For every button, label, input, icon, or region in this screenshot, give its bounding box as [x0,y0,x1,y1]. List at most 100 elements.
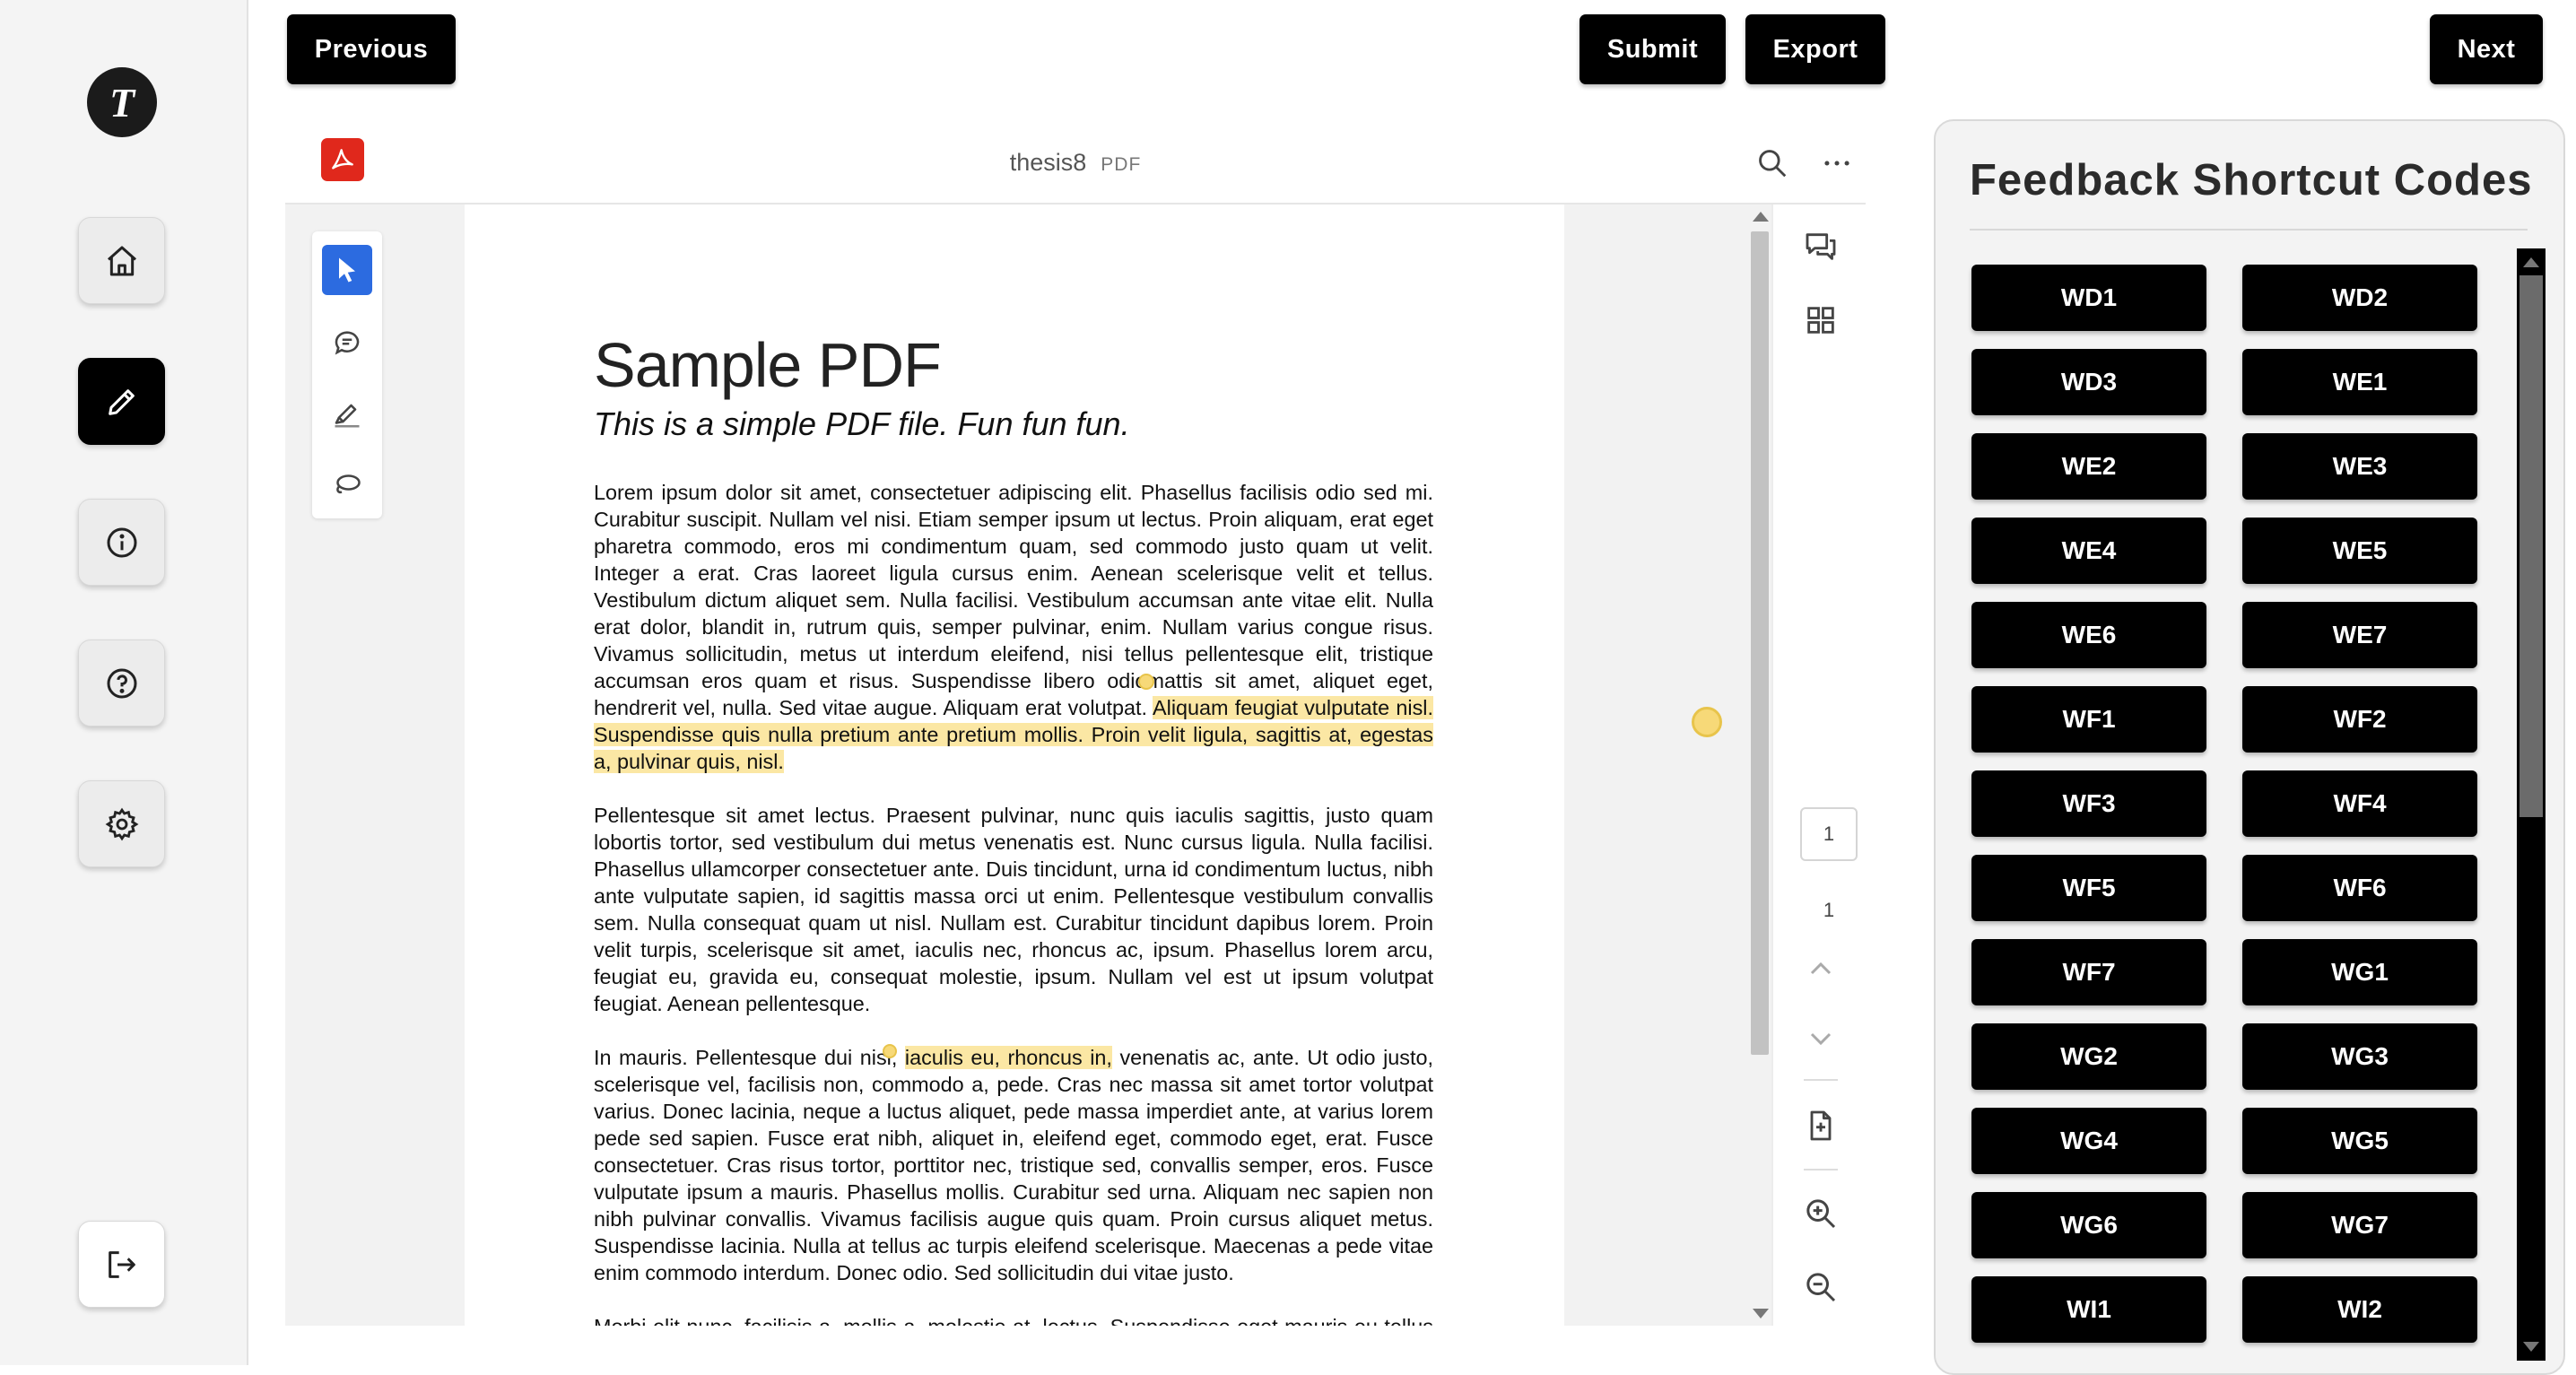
panel-divider [1970,229,2528,231]
current-page-input[interactable]: 1 [1800,807,1858,861]
paragraph-3-text-b: venenatis ac, ante. Ut odio justo, scele… [594,1046,1433,1284]
annotation-toolbox [312,231,382,518]
comment-icon [335,331,360,355]
document-viewport[interactable]: Sample PDF This is a simple PDF file. Fu… [285,205,1771,1326]
file-title: thesis8 PDF [285,149,1866,177]
file-name: thesis8 [1009,149,1087,176]
scrollbar-thumb[interactable] [1751,231,1769,1055]
sidebar: T [0,0,248,1365]
feedback-shortcut-panel: Feedback Shortcut Codes WD1 WD2 WD3 WE1 WE2 W… [1934,119,2565,1375]
zoom-in-button[interactable] [1773,1191,1867,1236]
document-title: Sample PDF [594,330,942,400]
shortcut-code-button-wg5[interactable]: WG5 [2242,1108,2477,1174]
shortcut-code-button-wf6[interactable]: WF6 [2242,855,2477,921]
lasso-icon [336,474,361,494]
nav-help-button[interactable] [78,640,165,727]
shortcut-code-button-wd3[interactable]: WD3 [1971,349,2206,415]
comments-panel-button[interactable] [1773,224,1867,269]
export-button[interactable]: Export [1745,14,1885,84]
chevron-down-icon [1810,1032,1831,1046]
search-icon [1759,150,1787,178]
info-icon [107,527,136,557]
lasso-tool[interactable] [322,460,372,510]
more-options-button[interactable] [1817,144,1857,183]
file-type: PDF [1101,154,1142,175]
pencil-icon [108,388,135,415]
shortcut-code-button-we6[interactable]: WE6 [1971,602,2206,668]
shortcut-code-button-wg7[interactable]: WG7 [2242,1192,2477,1258]
panel-title: Feedback Shortcut Codes [1970,156,2533,205]
shortcut-code-button-wi1[interactable]: WI1 [1971,1276,2206,1343]
shortcut-code-button-wi2[interactable]: WI2 [2242,1276,2477,1343]
select-tool[interactable] [322,245,372,295]
paragraph-4: Morbi elit nunc, facilisis a, mollis a, … [594,1313,1433,1326]
viewer-header: thesis8 PDF [285,126,1866,205]
gear-icon [105,807,138,840]
shortcut-code-button-wf7[interactable]: WF7 [1971,939,2206,1005]
shortcut-code-button-wf4[interactable]: WF4 [2242,770,2477,837]
shortcut-code-button-we2[interactable]: WE2 [1971,433,2206,500]
document-subtitle: This is a simple PDF file. Fun fun fun. [594,405,1130,442]
grid-icon [1806,307,1834,334]
paragraph-3-text-a: In mauris. Pellentesque dui nisi, [594,1046,898,1069]
shortcut-code-button-we3[interactable]: WE3 [2242,433,2477,500]
comment-tool[interactable] [322,317,372,367]
panel-scrollbar[interactable] [2517,248,2546,1361]
shortcut-code-button-wg4[interactable]: WG4 [1971,1108,2206,1174]
shortcut-code-button-we1[interactable]: WE1 [2242,349,2477,415]
previous-page-button[interactable] [1773,951,1867,987]
paragraph-1: Lorem ipsum dolor sit amet, consectetuer… [594,479,1433,775]
scroll-down-arrow[interactable] [2523,1342,2539,1352]
next-button[interactable]: Next [2430,14,2543,84]
total-pages: 1 [1823,899,1835,921]
rail-divider [1804,1169,1838,1170]
scroll-up-arrow[interactable] [1753,212,1769,222]
help-icon [107,668,136,698]
annotation-marker[interactable] [883,1044,897,1058]
shortcut-code-button-wg6[interactable]: WG6 [1971,1192,2206,1258]
paragraph-1-text-a: Lorem ipsum dolor sit amet, consectetuer… [594,481,1433,692]
shortcut-code-button-wg2[interactable]: WG2 [1971,1023,2206,1090]
shortcut-code-button-wg3[interactable]: WG3 [2242,1023,2477,1090]
cursor-icon [339,257,355,283]
scroll-down-arrow[interactable] [1753,1309,1769,1318]
shortcut-code-button-we5[interactable]: WE5 [2242,518,2477,584]
zoom-out-icon [1806,1273,1835,1302]
shortcut-code-button-wf2[interactable]: WF2 [2242,686,2477,753]
highlight-tool[interactable] [322,388,372,439]
highlight-annotation[interactable]: iaculis eu, rhoncus in, [904,1046,1112,1069]
shortcut-code-button-wd2[interactable]: WD2 [2242,265,2477,331]
scrollbar-thumb[interactable] [2519,275,2543,817]
shortcut-code-button-wf5[interactable]: WF5 [1971,855,2206,921]
shortcut-code-button-wg1[interactable]: WG1 [2242,939,2477,1005]
comments-icon [1806,233,1835,260]
shortcut-code-button-wf3[interactable]: WF3 [1971,770,2206,837]
thumbnails-button[interactable] [1773,298,1867,343]
page-fit-icon [1810,1110,1831,1141]
zoom-out-button[interactable] [1773,1265,1867,1310]
shortcut-code-button-wf1[interactable]: WF1 [1971,686,2206,753]
submit-button[interactable]: Submit [1580,14,1726,84]
home-icon [107,246,136,275]
nav-info-button[interactable] [78,499,165,586]
highlighter-icon [335,404,360,428]
shortcut-code-button-we4[interactable]: WE4 [1971,518,2206,584]
search-button[interactable] [1753,144,1792,183]
paragraph-2: Pellentesque sit amet lectus. Praesent p… [594,804,1433,1015]
scroll-up-arrow[interactable] [2523,257,2539,267]
chevron-up-icon [1810,962,1831,975]
pdf-page[interactable]: Sample PDF This is a simple PDF file. Fu… [465,205,1722,1326]
document-scrollbar[interactable] [1749,205,1771,1326]
previous-button[interactable]: Previous [287,14,456,84]
comment-note-icon[interactable] [1692,707,1722,737]
shortcut-code-button-we7[interactable]: WE7 [2242,602,2477,668]
page-fit-button[interactable] [1773,1103,1867,1148]
nav-home-button[interactable] [78,217,165,304]
next-page-button[interactable] [1773,1021,1867,1057]
nav-settings-button[interactable] [78,780,165,867]
nav-edit-button[interactable] [78,358,165,445]
viewer-right-rail: 1 1 [1771,205,1866,1326]
shortcut-code-button-wd1[interactable]: WD1 [1971,265,2206,331]
logout-icon [108,1250,135,1278]
logout-button[interactable] [78,1221,165,1308]
